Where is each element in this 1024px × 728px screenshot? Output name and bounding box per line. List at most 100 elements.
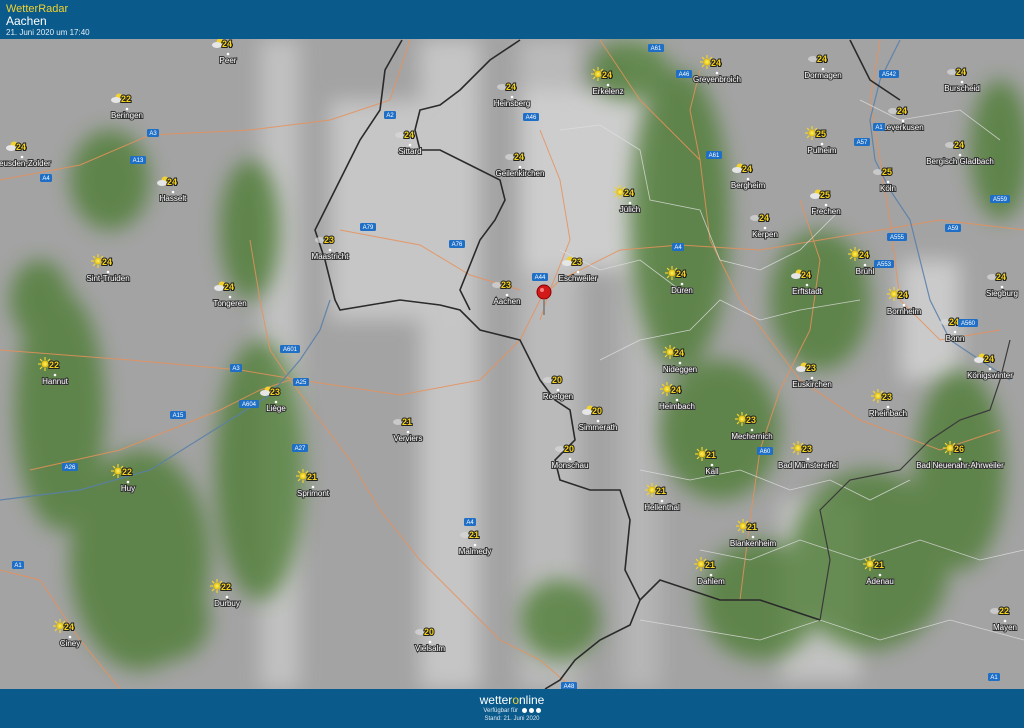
city-dot (751, 535, 755, 539)
city-dot (953, 330, 957, 334)
city-name: Blankenheim (730, 539, 777, 548)
city-dot (628, 201, 632, 205)
road-shield: A26 (62, 463, 78, 471)
city-dot (556, 388, 560, 392)
city-dot (805, 283, 809, 287)
temperature-label: 24 (742, 164, 752, 174)
temperature-label: 22 (122, 467, 132, 477)
road-label: A4 (42, 176, 50, 182)
road-label: A1 (14, 563, 22, 569)
temperature-label: 26 (954, 444, 964, 454)
city-dot (820, 142, 824, 146)
temperature-label: 24 (956, 67, 966, 77)
city-dot (568, 457, 572, 461)
city-name: Geilenkirchen (496, 169, 545, 178)
road-label: A3 (232, 366, 240, 372)
city-name: Hellenthal (644, 503, 680, 512)
city-dot (806, 457, 810, 461)
city-dot (824, 203, 828, 207)
city-name: Siegburg (986, 289, 1018, 298)
road-label: A4 (466, 520, 474, 526)
road-shield: A1 (873, 123, 885, 131)
city-name: Adenau (866, 577, 894, 586)
temperature-label: 20 (424, 627, 434, 637)
city-name: Leverkusen (882, 123, 923, 132)
city-name: Huy (121, 484, 135, 493)
temperature-label: 24 (897, 106, 907, 116)
city-name: Burscheid (944, 84, 980, 93)
road-label: A27 (295, 446, 306, 452)
city-dot (505, 293, 509, 297)
temperature-label: 21 (747, 522, 757, 532)
stand-date: Stand: 21. Juni 2020 (484, 716, 540, 722)
temperature-label: 24 (167, 177, 177, 187)
city-dot (901, 119, 905, 123)
city-name: Simmerath (579, 423, 618, 432)
road-label: A2 (386, 113, 394, 119)
city-name: Grevenbroich (693, 75, 741, 84)
temperature-label: 25 (820, 190, 830, 200)
road-shield: A60 (757, 447, 773, 455)
road-shield: A4 (672, 243, 684, 251)
city-dot (126, 480, 130, 484)
temperature-label: 21 (706, 450, 716, 460)
road-shield: A542 (879, 70, 899, 78)
footer-bar: wetteronline Verfügbar für Stand: 21. Ju… (0, 689, 1024, 728)
city-dot (1000, 285, 1004, 289)
road-label: A46 (679, 72, 690, 78)
temperature-label: 24 (102, 257, 112, 267)
temperature-label: 24 (996, 272, 1006, 282)
city-dot (606, 83, 610, 87)
road-label: A61 (651, 46, 662, 52)
city-name: Eschweiler (559, 274, 598, 283)
city-dot (428, 640, 432, 644)
temperature-label: 24 (759, 213, 769, 223)
temperature-label: 24 (222, 39, 232, 49)
temperature-label: 24 (954, 140, 964, 150)
city-name: Hannut (42, 377, 69, 386)
road-shield: A46 (676, 70, 692, 78)
city-dot (125, 107, 129, 111)
temperature-label: 24 (711, 58, 721, 68)
city-name: Brühl (856, 267, 875, 276)
city-name: Frechen (811, 207, 840, 216)
city-dot (678, 361, 682, 365)
temperature-label: 23 (802, 444, 812, 454)
city-name: Heusden-Zolder (0, 159, 51, 168)
temperature-label: 21 (874, 560, 884, 570)
temperature-label: 22 (221, 582, 231, 592)
temperature-label: 21 (307, 472, 317, 482)
city-dot (596, 419, 600, 423)
city-dot (1003, 619, 1007, 623)
city-name: Peer (220, 56, 237, 65)
temperature-label: 24 (602, 70, 612, 80)
city-name: Hasselt (160, 194, 187, 203)
city-dot (68, 635, 72, 639)
city-dot (328, 248, 332, 252)
city-name: Roetgen (543, 392, 573, 401)
temperature-label: 24 (898, 290, 908, 300)
road-label: A60 (760, 449, 771, 455)
temperature-label: 24 (16, 142, 26, 152)
road-shield: A553 (874, 260, 894, 268)
road-label: A604 (242, 402, 257, 408)
city-name: Bergisch Gladbach (926, 157, 994, 166)
temperature-label: 21 (469, 530, 479, 540)
road-shield: A3 (147, 129, 159, 137)
road-shield: A27 (292, 444, 308, 452)
radar-map[interactable]: 24 Peer 22 Beringen 24 Heusden-Zolder 24 Hassel… (0, 39, 1024, 689)
city-name: Liège (266, 404, 286, 413)
city-name: Sprimont (297, 489, 330, 498)
city-name: Dahlem (697, 577, 725, 586)
city-name: Sint-Truiden (86, 274, 129, 283)
city-name: Euskirchen (792, 380, 832, 389)
road-shield: A44 (532, 273, 548, 281)
temperature-label: 23 (324, 235, 334, 245)
city-name: Bad Münstereifel (778, 461, 838, 470)
availability-text: Verfügbar für (0, 708, 1024, 714)
road-label: A59 (948, 226, 959, 232)
city-name: Nideggen (663, 365, 697, 374)
map-canvas[interactable]: 24 Peer 22 Beringen 24 Heusden-Zolder 24 Hassel… (0, 39, 1024, 689)
road-label: A13 (133, 158, 144, 164)
city-dot (958, 457, 962, 461)
